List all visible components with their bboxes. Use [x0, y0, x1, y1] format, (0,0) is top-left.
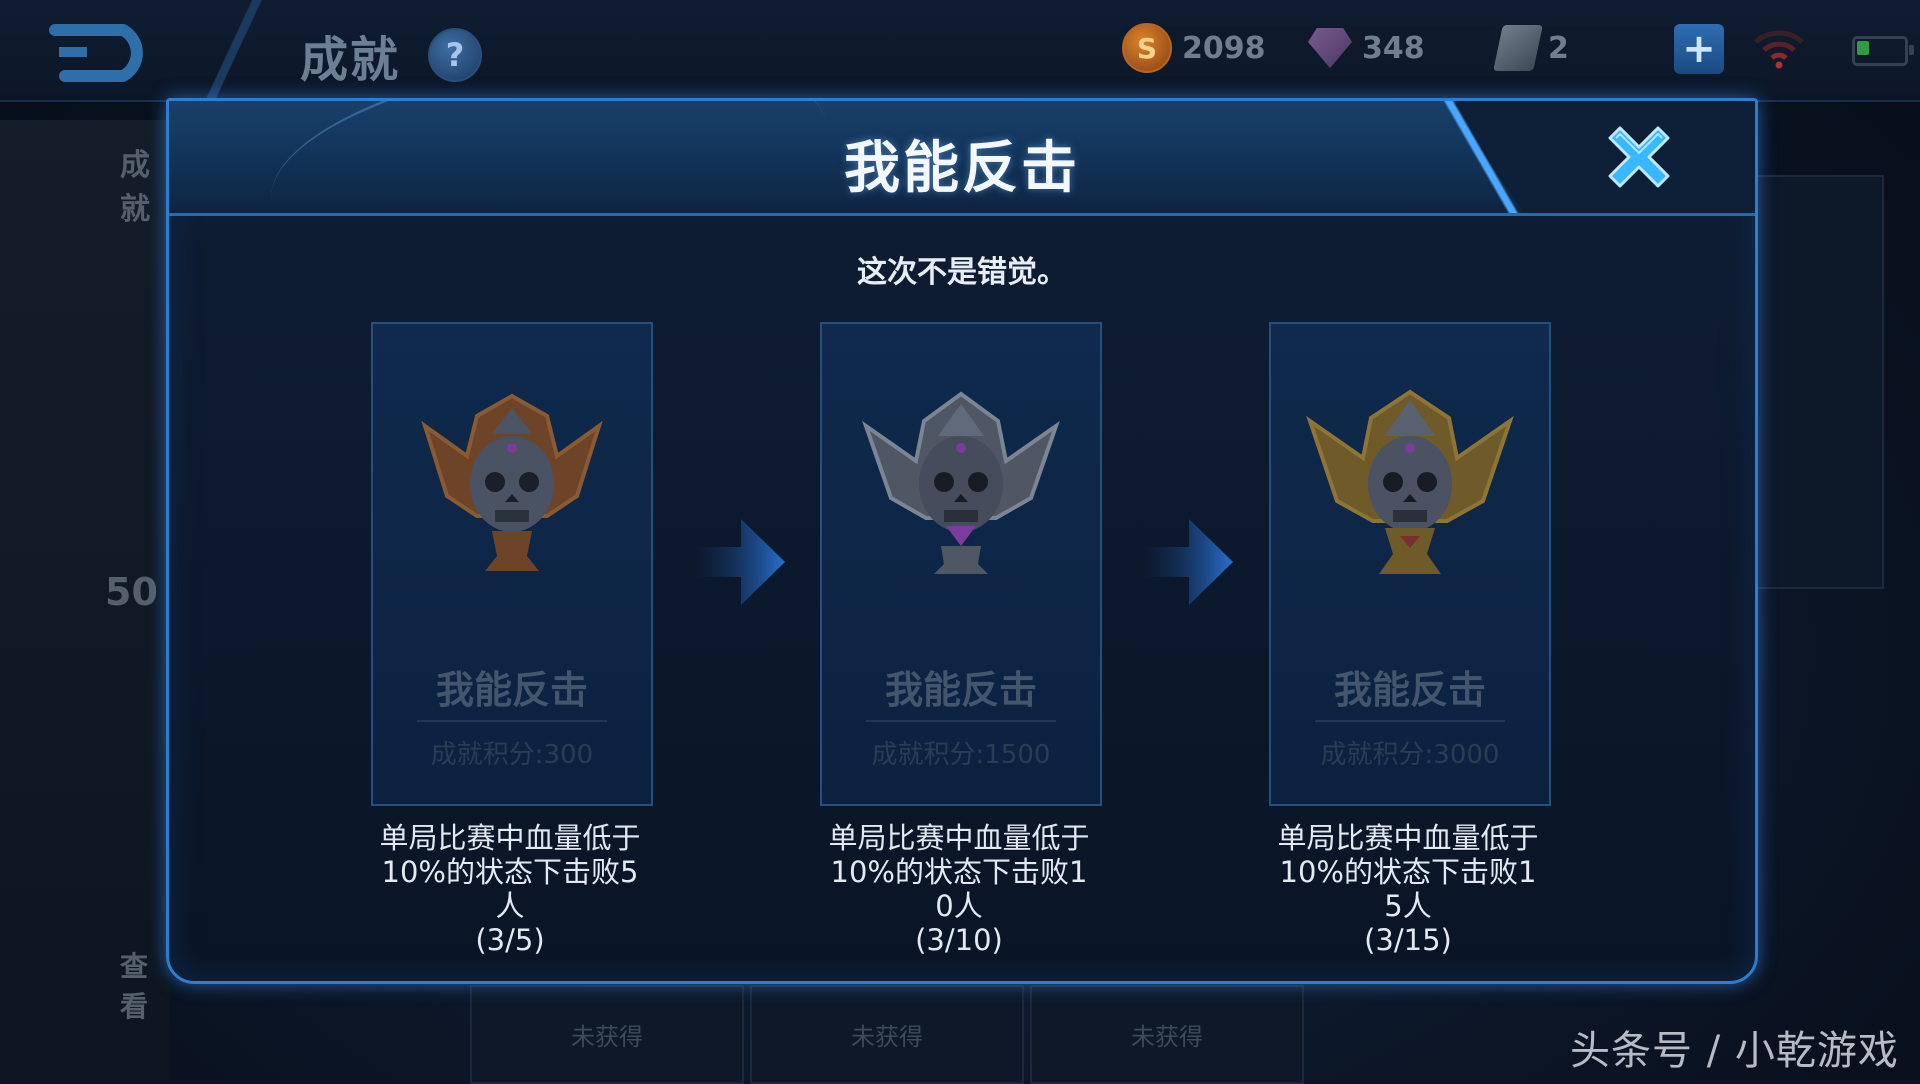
tier-points: 成就积分:3000	[1320, 740, 1500, 770]
arrow-right-icon	[1143, 519, 1233, 605]
tier-points: 成就积分:300	[430, 740, 594, 770]
recharge-plus-button[interactable]: +	[1674, 24, 1724, 74]
background-tab-1: 未获得	[470, 985, 744, 1084]
background-sidebar: 成就 50 查看	[0, 120, 170, 1080]
wifi-icon	[1754, 30, 1804, 69]
ticket-icon	[1493, 25, 1543, 71]
battery-icon	[1852, 36, 1914, 66]
close-button[interactable]	[1599, 117, 1679, 197]
tier-name: 我能反击	[884, 668, 1037, 712]
topbar-divider	[190, 0, 280, 100]
back-button[interactable]	[40, 18, 170, 88]
gem-counter: 348	[1308, 26, 1496, 70]
tier-divider	[417, 720, 607, 722]
bronze-skull-badge-icon	[421, 393, 603, 571]
close-icon	[1608, 126, 1670, 188]
tier-card-bronze: 我能反击 成就积分:300	[371, 322, 653, 806]
description-line: 10%的状态下击败1	[830, 855, 1088, 889]
gold-counter: S 2098	[1122, 23, 1310, 73]
tier-divider	[1315, 720, 1505, 722]
ticket-amount: 2	[1548, 30, 1569, 66]
arrow-right-icon	[695, 519, 785, 605]
tier-progress: (3/5)	[475, 923, 545, 957]
back-arrow-icon	[49, 24, 143, 82]
tier-progress: (3/15)	[1364, 923, 1452, 957]
tier-description-gold: 单局比赛中血量低于 10%的状态下击败1 5人 (3/15)	[1243, 821, 1573, 957]
description-line: 5人	[1384, 889, 1432, 923]
tier-progress: (3/10)	[915, 923, 1003, 957]
dialog-header: 我能反击	[169, 101, 1755, 216]
tier-points: 成就积分:1500	[871, 740, 1051, 770]
description-line: 10%的状态下击败5	[381, 855, 639, 889]
gold-skull-badge-icon	[1306, 389, 1514, 574]
tier-name: 我能反击	[1333, 668, 1486, 712]
tier-name: 我能反击	[435, 668, 588, 712]
dialog-subtitle: 这次不是错觉。	[857, 255, 1067, 290]
dialog-title: 我能反击	[844, 136, 1080, 201]
watermark-text: 头条号 / 小乾游戏	[1570, 1028, 1899, 1074]
description-line: 0人	[935, 889, 983, 923]
description-line: 10%的状态下击败1	[1279, 855, 1537, 889]
background-tab-2: 未获得	[750, 985, 1024, 1084]
tier-card-silver: 我能反击 成就积分:1500	[820, 322, 1102, 806]
page-title: 成就	[300, 32, 401, 88]
description-line: 单局比赛中血量低于	[1277, 821, 1539, 855]
tier-card-gold: 我能反击 成就积分:3000	[1269, 322, 1551, 806]
sidebar-view-button: 查看	[120, 950, 149, 1023]
gem-amount: 348	[1362, 30, 1425, 66]
gold-coin-icon: S	[1122, 23, 1172, 73]
top-bar: 成就 ? S 2098 348 2 +	[0, 0, 1920, 102]
tier-description-silver: 单局比赛中血量低于 10%的状态下击败1 0人 (3/10)	[794, 821, 1124, 957]
sidebar-label: 成就	[120, 148, 150, 227]
tier-divider	[866, 720, 1056, 722]
description-line: 单局比赛中血量低于	[379, 821, 641, 855]
gold-amount: 2098	[1182, 30, 1266, 66]
background-tab-3: 未获得	[1030, 985, 1304, 1084]
achievement-dialog: 我能反击 这次不是错觉。 我能反击 成就积分:300 单局比赛中血量低于 10%…	[166, 98, 1758, 984]
ticket-counter: 2	[1493, 25, 1676, 71]
sidebar-level: 50	[105, 570, 158, 614]
silver-skull-badge-icon	[862, 391, 1060, 574]
help-button[interactable]: ?	[428, 28, 482, 82]
diamond-icon	[1308, 28, 1352, 68]
description-line: 单局比赛中血量低于	[828, 821, 1090, 855]
description-line: 人	[495, 889, 525, 923]
tier-description-bronze: 单局比赛中血量低于 10%的状态下击败5 人 (3/5)	[345, 821, 675, 957]
